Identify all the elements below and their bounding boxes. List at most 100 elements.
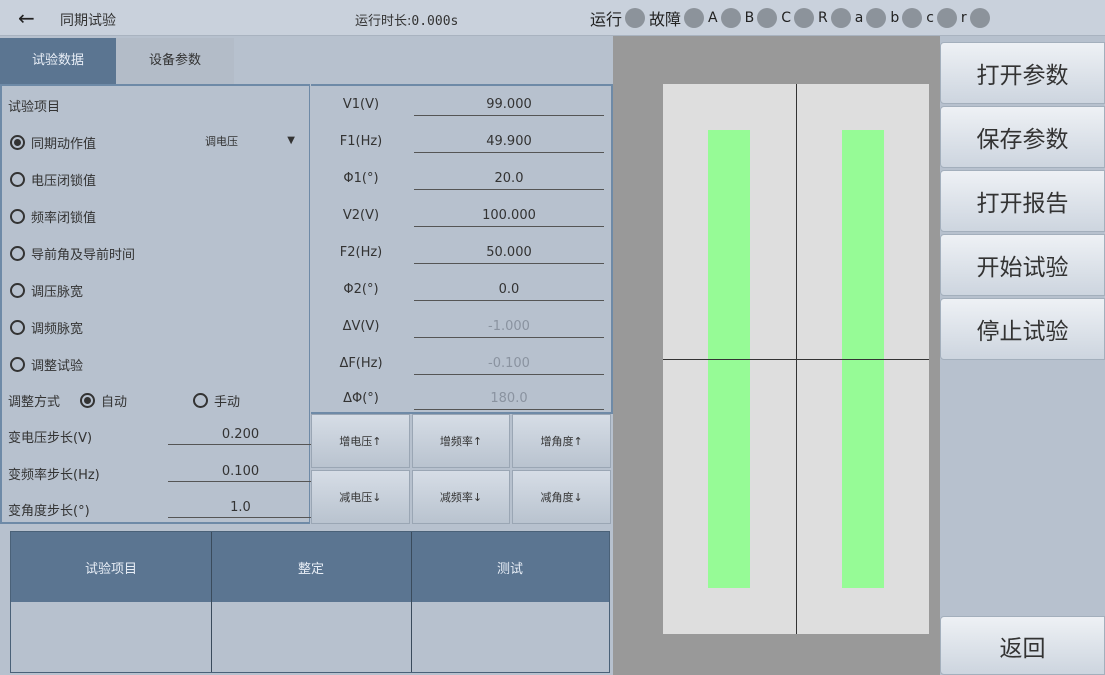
angle-step-field[interactable]: 1.0: [168, 500, 313, 518]
status-dot: [830, 8, 851, 28]
option-sync-action[interactable]: 同期动作值: [10, 133, 96, 152]
param-delta-v-field: -1.000: [414, 319, 604, 338]
indicator-a: A: [708, 8, 745, 28]
caret-down-icon: ▼: [287, 135, 295, 146]
step-button-grid: 增电压↑ 增频率↑ 增角度↑ 减电压↓ 减频率↓ 减角度↓: [311, 414, 611, 524]
indicator-c-lower: c: [926, 8, 961, 28]
param-row: Φ1(°) 20.0: [311, 166, 611, 194]
arrow-left-icon[interactable]: ←: [18, 6, 35, 30]
increase-angle-button[interactable]: 增角度↑: [512, 414, 611, 468]
tab-device-params[interactable]: 设备参数: [116, 38, 234, 84]
radio-manual[interactable]: 手动: [193, 391, 240, 410]
start-test-button[interactable]: 开始试验: [940, 234, 1105, 296]
radio-icon: [10, 172, 25, 187]
status-dot: [625, 8, 646, 28]
status-dot: [684, 8, 705, 28]
adjust-type-dropdown[interactable]: 调电压 ▼: [205, 133, 295, 149]
option-voltage-lock[interactable]: 电压闭锁值: [10, 170, 96, 189]
param-row: F2(Hz) 50.000: [311, 240, 611, 268]
status-indicators: 运行 故障 A B C R a b c r: [590, 5, 994, 31]
param-phi2-field[interactable]: 0.0: [414, 282, 604, 301]
indicator-a-lower: a: [855, 8, 891, 28]
option-adjust-test[interactable]: 调整试验: [10, 355, 83, 374]
runtime-label: 运行时长:: [355, 14, 412, 29]
param-row: ΔF(Hz) -0.100: [311, 351, 611, 379]
adjust-mode-label: 调整方式: [8, 395, 61, 410]
horizontal-divider: [663, 359, 929, 360]
param-row: V1(V) 99.000: [311, 92, 611, 120]
param-row: Φ2(°) 0.0: [311, 277, 611, 305]
decrease-frequency-button[interactable]: 减频率↓: [411, 470, 511, 524]
option-frequency-lock[interactable]: 频率闭锁值: [10, 207, 96, 226]
open-report-button[interactable]: 打开报告: [940, 170, 1105, 232]
page-title: 同期试验: [60, 13, 116, 29]
indicator-run: 运行: [590, 6, 649, 30]
test-items-heading: 试验项目: [8, 100, 61, 115]
test-items-panel: 试验项目 同期动作值 调电压 ▼ 电压闭锁值 频率闭锁值 导前角及导前时间 调压脉…: [0, 84, 313, 524]
param-v2-field[interactable]: 100.000: [414, 208, 604, 227]
adjust-mode-row: 调整方式 自动 手动: [8, 391, 240, 410]
param-row: ΔV(V) -1.000: [311, 314, 611, 342]
indicator-r-lower: r: [961, 8, 994, 28]
param-row: F1(Hz) 49.900: [311, 129, 611, 157]
param-row: ΔΦ(°) 180.0: [311, 386, 611, 414]
frequency-step-row: 变频率步长(Hz) 0.100: [8, 464, 313, 483]
header-measured: 测试: [496, 562, 523, 577]
frequency-step-field[interactable]: 0.100: [168, 464, 313, 482]
increase-frequency-button[interactable]: 增频率↑: [411, 414, 511, 468]
table-row: [11, 602, 609, 672]
status-dot: [794, 8, 814, 28]
status-dot: [866, 8, 887, 28]
stop-test-button[interactable]: 停止试验: [940, 298, 1105, 360]
indicator-b: B: [745, 8, 782, 28]
status-dot: [720, 8, 741, 28]
runtime-display: 运行时长:0.000s: [355, 10, 458, 29]
status-dot: [757, 8, 778, 28]
status-dot: [936, 8, 957, 28]
decrease-angle-button[interactable]: 减角度↓: [512, 470, 611, 524]
radio-icon: [10, 357, 25, 372]
status-dot: [969, 8, 990, 28]
voltage-step-row: 变电压步长(V) 0.200: [8, 427, 313, 446]
indicator-r: R: [818, 8, 855, 28]
radio-icon: [193, 393, 209, 408]
result-table: 试验项目 整定 测试: [10, 531, 610, 673]
runtime-value: 0.000s: [411, 14, 459, 29]
tab-bar: 试验数据 设备参数: [0, 38, 234, 84]
radio-icon: [10, 246, 25, 261]
indicator-c: C: [781, 8, 818, 28]
radio-icon: [10, 209, 25, 224]
radio-icon: [80, 393, 96, 408]
param-f1-field[interactable]: 49.900: [414, 134, 604, 153]
level-bar-display: [663, 84, 929, 634]
radio-auto[interactable]: 自动: [80, 391, 127, 410]
action-panel: 打开参数 保存参数 打开报告 开始试验 停止试验 返回: [940, 36, 1105, 675]
radio-icon: [10, 283, 25, 298]
indicator-fault: 故障: [649, 6, 708, 30]
status-dot: [902, 8, 923, 28]
parameters-panel: V1(V) 99.000 F1(Hz) 49.900 Φ1(°) 20.0 V2(V)…: [311, 84, 613, 414]
result-table-header: 试验项目 整定 测试: [11, 532, 609, 602]
option-lead-angle[interactable]: 导前角及导前时间: [10, 244, 135, 263]
increase-voltage-button[interactable]: 增电压↑: [311, 414, 410, 468]
open-params-button[interactable]: 打开参数: [940, 42, 1105, 104]
indicator-b-lower: b: [890, 8, 926, 28]
param-v1-field[interactable]: 99.000: [414, 97, 604, 116]
radio-icon: [10, 320, 25, 335]
option-frequency-pulse[interactable]: 调频脉宽: [10, 318, 83, 337]
tab-test-data[interactable]: 试验数据: [0, 38, 116, 84]
top-bar: ← 同期试验 运行时长:0.000s 运行 故障 A B C R a b c r: [0, 0, 1105, 36]
param-row: V2(V) 100.000: [311, 203, 611, 231]
param-phi1-field[interactable]: 20.0: [414, 171, 604, 190]
back-button[interactable]: 返回: [940, 616, 1105, 675]
param-delta-phi-field: 180.0: [414, 391, 604, 410]
radio-icon: [10, 135, 25, 150]
option-voltage-pulse[interactable]: 调压脉宽: [10, 281, 83, 300]
decrease-voltage-button[interactable]: 减电压↓: [311, 470, 410, 524]
display-area: [613, 36, 940, 675]
voltage-step-field[interactable]: 0.200: [168, 427, 313, 445]
header-setting: 整定: [297, 562, 324, 577]
param-f2-field[interactable]: 50.000: [414, 245, 604, 264]
angle-step-row: 变角度步长(°) 1.0: [8, 500, 313, 519]
save-params-button[interactable]: 保存参数: [940, 106, 1105, 168]
